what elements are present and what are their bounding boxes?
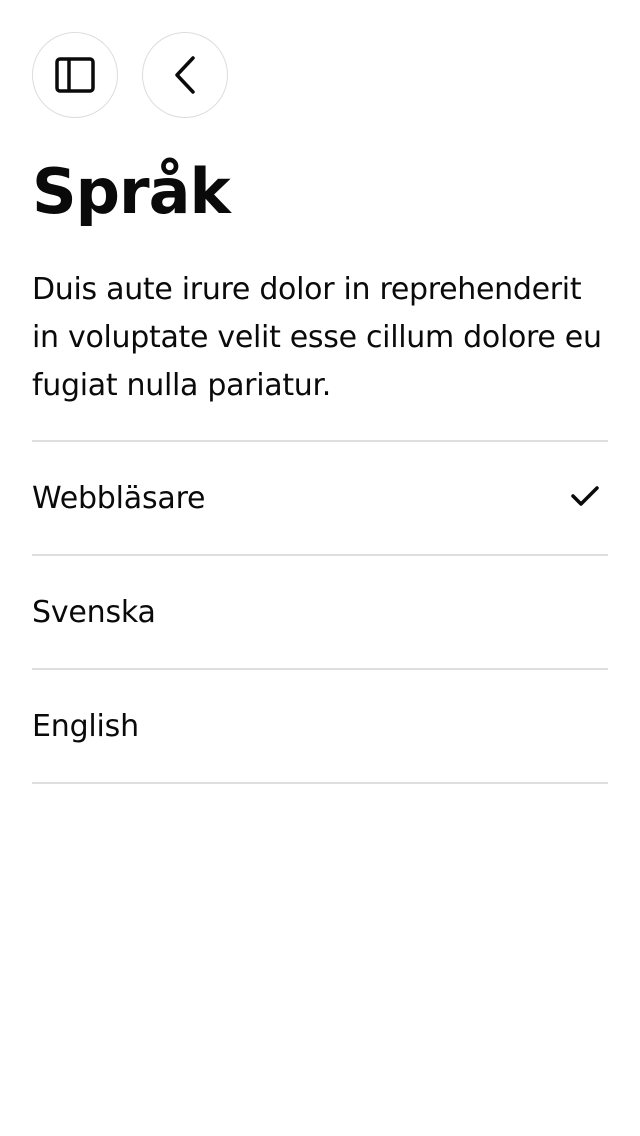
page-title: Språk	[32, 155, 231, 228]
sidebar-icon	[55, 57, 95, 93]
language-option-label: Svenska	[32, 594, 156, 630]
language-option-browser[interactable]: Webbläsare	[32, 442, 608, 556]
top-bar	[32, 32, 228, 118]
language-option-english[interactable]: English	[32, 670, 608, 784]
back-button[interactable]	[142, 32, 228, 118]
check-icon	[570, 481, 608, 515]
language-option-label: English	[32, 708, 139, 744]
sidebar-toggle-button[interactable]	[32, 32, 118, 118]
chevron-left-icon	[173, 55, 197, 95]
page-description: Duis aute irure dolor in reprehenderit i…	[32, 272, 602, 403]
language-list: Webbläsare Svenska English	[32, 440, 608, 784]
language-option-swedish[interactable]: Svenska	[32, 556, 608, 670]
language-option-label: Webbläsare	[32, 480, 206, 516]
